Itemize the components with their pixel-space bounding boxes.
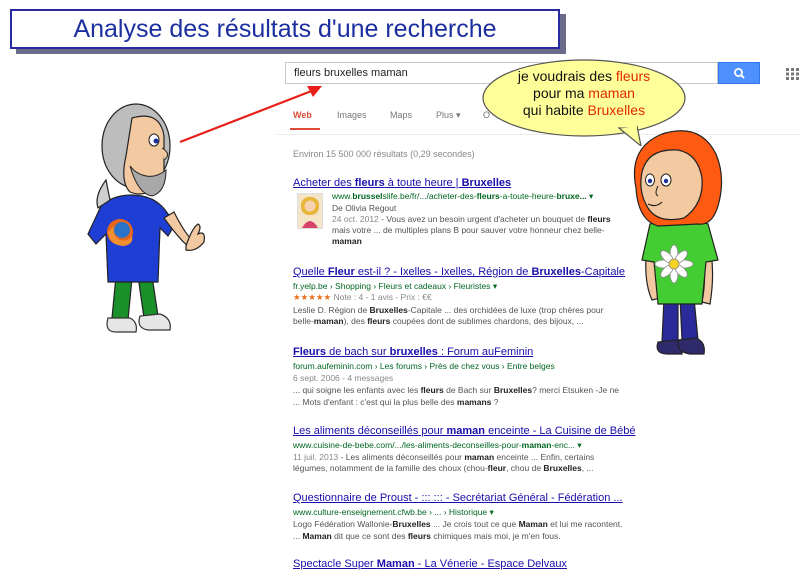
result-snippet-5: Logo Fédération Wallonie-Bruxelles ... J… — [293, 519, 623, 529]
result-url-1: www.brusselslife.be/fr/.../acheter-des-f… — [332, 191, 594, 201]
result-title-2[interactable]: Quelle Fleur est-il ? - Ixelles - Ixelle… — [293, 266, 625, 278]
result-title-3[interactable]: Fleurs de bach sur bruxelles : Forum auF… — [293, 346, 533, 358]
result-snippet-5b: ... Maman dit que ce sont des fleurs chi… — [293, 531, 561, 541]
result-url-3: forum.aufeminin.com › Les forums › Près … — [293, 361, 555, 371]
result-title-6[interactable]: Spectacle Super Maman - La Vénerie - Esp… — [293, 558, 567, 570]
result-snippet-1b: mais votre ... de multiples plans B pour… — [332, 225, 605, 235]
rating-stars: ★★★★★ — [293, 292, 332, 302]
result-snippet-1c: maman — [332, 236, 362, 246]
tab-images[interactable]: Images — [337, 110, 367, 120]
author-thumbnail[interactable] — [297, 193, 323, 229]
apps-grid-icon[interactable] — [786, 67, 800, 80]
result-snippet-2b: belle-maman), des fleurs coupées dont de… — [293, 316, 584, 326]
speech-bubble-text: je voudrais des fleurs pour ma maman qui… — [517, 68, 651, 118]
search-button[interactable] — [718, 62, 760, 84]
result-snippet-3: ... qui soigne les enfants avec les fleu… — [293, 385, 620, 395]
slide-title: Analyse des résultats d'une recherche — [10, 9, 560, 49]
result-title-1[interactable]: Acheter des fleurs à toute heure | Bruxe… — [293, 177, 511, 189]
result-url-5: www.culture-enseignement.cfwb.be › ... ›… — [293, 507, 494, 517]
result-title-4[interactable]: Les aliments déconseillés pour maman enc… — [293, 425, 635, 437]
man-character — [87, 103, 205, 333]
tab-more[interactable]: Plus ▾ — [436, 110, 461, 121]
tab-maps[interactable]: Maps — [390, 110, 412, 120]
result-snippet-3b: ... Mots d'enfant : c'est qui la plus be… — [293, 397, 499, 407]
result-url-4: www.cuisine-de-bebe.com/.../les-aliments… — [293, 440, 582, 450]
result-author-1[interactable]: De Olivia Regout — [332, 203, 396, 214]
result-snippet-4b: légumes, notamment de la famille des cho… — [293, 463, 594, 473]
result-rating-2: ★★★★★ Note : 4 - 1 avis - Prix : €€ — [293, 292, 432, 302]
result-snippet-1: 24 oct. 2012 - Vous avez un besoin urgen… — [332, 214, 611, 224]
result-url-2: fr.yelp.be › Shopping › Fleurs et cadeau… — [293, 281, 498, 291]
result-stats: Environ 15 500 000 résultats (0,29 secon… — [293, 149, 475, 159]
result-snippet-2: Leslie D. Région de Bruxelles-Capitale .… — [293, 305, 604, 315]
search-icon — [733, 68, 745, 79]
woman-character — [633, 130, 723, 355]
result-title-5[interactable]: Questionnaire de Proust - ::: ::: - Secr… — [293, 492, 623, 504]
author-avatar-icon — [301, 197, 319, 228]
result-date-3: 6 sept. 2006 - 4 messages — [293, 373, 394, 383]
result-snippet-4: 11 juil. 2013 - Les aliments déconseillé… — [293, 452, 595, 462]
